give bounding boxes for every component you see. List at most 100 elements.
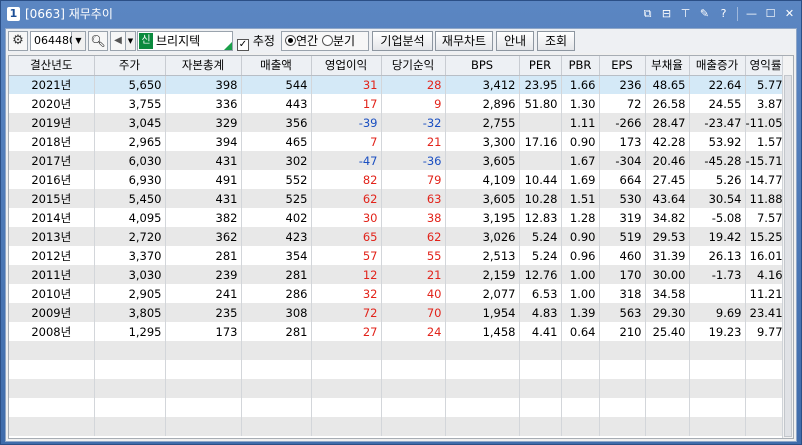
column-header[interactable]: 부채율 <box>645 56 690 76</box>
table-row[interactable]: 2019년 3,045 329 356 -39 -32 2,755 1.11 -266 28.47… <box>9 113 787 132</box>
pop-out-icon[interactable]: ⧉ <box>640 6 655 21</box>
column-header[interactable]: 매출액 <box>241 56 312 76</box>
minimize-icon[interactable]: — <box>744 6 759 21</box>
column-header[interactable]: PBR <box>561 56 600 76</box>
empty-cell <box>165 379 242 398</box>
table-cell: 2,513 <box>445 246 520 265</box>
scrollbar-thumb[interactable] <box>784 75 792 437</box>
year-cell: 2020년 <box>9 94 95 113</box>
table-row[interactable]: 2013년 2,720 362 423 65 62 3,026 5.24 0.90 519 29.5… <box>9 227 787 246</box>
help-icon[interactable]: ? <box>716 6 731 21</box>
column-header[interactable]: BPS <box>445 56 520 76</box>
empty-row <box>9 341 787 360</box>
column-header[interactable]: PER <box>519 56 562 76</box>
table-cell: 9.77 <box>745 322 787 341</box>
title-separator <box>737 7 738 21</box>
empty-cell <box>381 417 446 436</box>
gear-icon[interactable]: ⚙ <box>8 31 28 51</box>
table-row[interactable]: 2010년 2,905 241 286 32 40 2,077 6.53 1.00 318 34.5… <box>9 284 787 303</box>
table-cell: 544 <box>241 75 312 94</box>
table-row[interactable]: 2016년 6,930 491 552 82 79 4,109 10.44 1.69 664 27.… <box>9 170 787 189</box>
table-row[interactable]: 2020년 3,755 336 443 17 9 2,896 51.80 1.30 72 26.58… <box>9 94 787 113</box>
company-analysis-button[interactable]: 기업분석 <box>372 31 433 51</box>
empty-cell <box>561 417 600 436</box>
guide-button[interactable]: 안내 <box>496 31 534 51</box>
table-cell: 48.65 <box>645 75 690 94</box>
search-icon[interactable]: 🔍︎ <box>88 31 108 51</box>
column-header[interactable]: 영익률 <box>745 56 787 76</box>
table-cell: 173 <box>599 132 646 151</box>
empty-cell <box>645 398 690 417</box>
table-cell: 62 <box>381 227 446 246</box>
table-cell: 3,370 <box>94 246 166 265</box>
table-cell: 57 <box>311 246 382 265</box>
maximize-icon[interactable]: ☐ <box>763 6 778 21</box>
chevron-down-icon[interactable]: ▼ <box>72 31 86 51</box>
table-cell: 2,896 <box>445 94 520 113</box>
table-cell: 22.64 <box>689 75 746 94</box>
year-cell: 2013년 <box>9 227 95 246</box>
estimate-label: 추정 <box>252 34 275 48</box>
empty-cell <box>561 379 600 398</box>
year-cell: 2014년 <box>9 208 95 227</box>
table-row[interactable]: 2021년 5,650 398 544 31 28 3,412 23.95 1.66 236 48.… <box>9 75 787 94</box>
table-cell: 55 <box>381 246 446 265</box>
close-icon[interactable]: ✕ <box>782 6 797 21</box>
table-row[interactable]: 2011년 3,030 239 281 12 21 2,159 12.76 1.00 170 30.… <box>9 265 787 284</box>
column-header[interactable]: 당기순익 <box>381 56 446 76</box>
empty-cell <box>689 379 746 398</box>
table-row[interactable]: 2018년 2,965 394 465 7 21 3,300 17.16 0.90 173 42.2… <box>9 132 787 151</box>
empty-cell <box>311 360 382 379</box>
speaker-dropdown-icon[interactable]: ▼ <box>126 31 136 51</box>
empty-cell <box>561 341 600 360</box>
table-row[interactable]: 2014년 4,095 382 402 30 38 3,195 12.83 1.28 319 34.… <box>9 208 787 227</box>
estimate-checkbox[interactable]: ✓ 추정 <box>237 31 277 51</box>
table-row[interactable]: 2017년 6,030 431 302 -47 -36 3,605 1.67 -304 20.46… <box>9 151 787 170</box>
table-cell: 2,905 <box>94 284 166 303</box>
table-cell: 530 <box>599 189 646 208</box>
column-header[interactable]: EPS <box>599 56 646 76</box>
pin-icon[interactable]: ⊤ <box>678 6 693 21</box>
inquiry-button[interactable]: 조회 <box>537 31 575 51</box>
link-icon[interactable]: ⊟ <box>659 6 674 21</box>
empty-cell <box>689 417 746 436</box>
empty-cell <box>599 341 646 360</box>
settings-icon[interactable]: ✎ <box>697 6 712 21</box>
empty-cell <box>745 360 787 379</box>
year-cell: 2021년 <box>9 75 95 94</box>
table-cell: 6.53 <box>519 284 562 303</box>
empty-cell <box>94 360 166 379</box>
table-cell: 72 <box>311 303 382 322</box>
column-header[interactable]: 영업이익 <box>311 56 382 76</box>
column-header[interactable]: 결산년도 <box>9 56 95 76</box>
table-row[interactable]: 2015년 5,450 431 525 62 63 3,605 10.28 1.51 530 43.… <box>9 189 787 208</box>
vertical-scrollbar[interactable] <box>782 56 793 438</box>
empty-cell <box>9 398 95 417</box>
stock-name-field[interactable]: 신 브리지텍 <box>137 31 233 51</box>
annual-radio[interactable] <box>285 35 296 46</box>
table-cell: 281 <box>241 322 312 341</box>
table-cell: 431 <box>165 189 242 208</box>
table-cell: 27.45 <box>645 170 690 189</box>
table-row[interactable]: 2008년 1,295 173 281 27 24 1,458 4.41 0.64 210 25.4… <box>9 322 787 341</box>
title-bar[interactable]: 1 [0663] 재무추이 ⧉ ⊟ ⊤ ✎ ? — ☐ ✕ <box>1 1 801 28</box>
financial-grid[interactable]: 결산년도 주가 자본총계 매출액 영업이익 당기순익 BPS PER PBR EPS 부채율 매출증가… <box>8 55 794 439</box>
quarterly-radio[interactable] <box>321 35 333 46</box>
column-header[interactable]: 자본총계 <box>165 56 242 76</box>
table-cell <box>689 284 746 303</box>
column-header[interactable]: 주가 <box>94 56 166 76</box>
speaker-icon[interactable]: ◀ <box>110 31 126 51</box>
table-cell: 5,650 <box>94 75 166 94</box>
table-cell: -11.05 <box>745 113 787 132</box>
table-row[interactable]: 2012년 3,370 281 354 57 55 2,513 5.24 0.96 460 31.3… <box>9 246 787 265</box>
table-cell: 65 <box>311 227 382 246</box>
financial-chart-button[interactable]: 재무차트 <box>435 31 493 51</box>
table-cell: 1.00 <box>561 284 600 303</box>
stock-code-input[interactable]: 064480 <box>30 31 76 51</box>
empty-cell <box>94 341 166 360</box>
table-cell: 2,159 <box>445 265 520 284</box>
column-header[interactable]: 매출증가 <box>689 56 746 76</box>
checkbox-checked-icon[interactable]: ✓ <box>237 39 249 51</box>
table-cell: 15.25 <box>745 227 787 246</box>
table-row[interactable]: 2009년 3,805 235 308 72 70 1,954 4.83 1.39 563 29.3… <box>9 303 787 322</box>
